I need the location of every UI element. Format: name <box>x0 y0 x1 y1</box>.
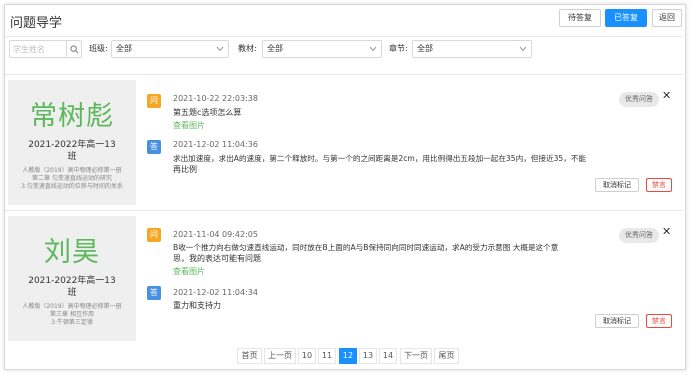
pagination: 首页 上一页 10 11 12 13 14 下一页 尾页 <box>0 348 690 364</box>
ban-button[interactable]: 禁言 <box>646 314 672 328</box>
student-class-line: 2021-2022年高一13 <box>28 276 116 286</box>
student-textbook: 人教版（2019）高中物理必修第一册 第二章 匀变速直线运动的研究 3.匀变速直… <box>8 167 136 191</box>
page-button[interactable]: 14 <box>379 348 397 364</box>
textbook-select[interactable]: 全部 <box>262 40 382 58</box>
student-name: 常树彪 <box>30 101 114 132</box>
chapter-label: 章节: <box>389 44 408 53</box>
student-class-line: 班 <box>67 288 77 298</box>
view-image-link[interactable]: 查看图片 <box>173 120 205 131</box>
chevron-down-icon <box>216 46 224 52</box>
chapter-line: 第三章 相互作用 <box>50 311 94 318</box>
chevron-down-icon <box>519 46 527 52</box>
answer-badge: 答 <box>147 286 161 300</box>
student-textbook: 人教版（2019）高中物理必修第一册 第三章 相互作用 3.牛顿第三定律 <box>8 303 136 327</box>
chapter-select-value: 全部 <box>417 44 433 53</box>
answer-text-line: 求出加速度，求出A的速度，第二个释放时。与第一个的之间距离是2cm，用比例得出五… <box>173 154 587 163</box>
page-button[interactable]: 13 <box>359 348 377 364</box>
section-line: 3.匀变速直线运动的位移与时间的关系 <box>21 183 123 190</box>
card-divider <box>5 210 683 211</box>
answer-time: 2021-12-02 11:04:34 <box>173 288 258 297</box>
textbook-line: 人教版（2019）高中物理必修第一册 <box>22 303 122 310</box>
prev-page-button[interactable]: 上一页 <box>264 348 296 364</box>
chevron-down-icon <box>369 46 377 52</box>
question-text: 第五题c选项怎么算 <box>173 108 242 117</box>
header-divider <box>5 36 683 37</box>
close-icon[interactable]: ✕ <box>662 90 671 101</box>
chapter-line: 第二章 匀变速直线运动的研究 <box>32 175 112 182</box>
excellent-qa-button[interactable]: 优秀问答 <box>619 92 659 107</box>
view-image-link[interactable]: 查看图片 <box>173 266 205 277</box>
question-text-line: B收一个推力向右做匀速直线运动，同时放在B上面的A与B保持同向同时同速运动，求A… <box>173 243 559 252</box>
question-time: 2021-10-22 22:03:38 <box>173 94 258 103</box>
last-page-button[interactable]: 尾页 <box>434 348 459 364</box>
student-panel: 刘昊 2021-2022年高一13 班 人教版（2019）高中物理必修第一册 第… <box>8 216 136 341</box>
answer-text-line: 再比例 <box>173 165 197 174</box>
cancel-mark-button[interactable]: 取消标记 <box>595 178 639 192</box>
student-class: 2021-2022年高一13 班 <box>8 275 136 299</box>
ban-button[interactable]: 禁言 <box>646 178 672 192</box>
answer-text: 重力和支持力 <box>173 301 221 310</box>
pending-button[interactable]: 待答复 <box>559 9 601 27</box>
filter-bar: 班级: 全部 教材: 全部 章节: 全部 <box>0 40 690 60</box>
next-page-button[interactable]: 下一页 <box>400 348 432 364</box>
question-text: B收一个推力向右做匀速直线运动，同时放在B上面的A与B保持同向同时同速运动，求A… <box>173 242 643 264</box>
search-button[interactable] <box>66 41 81 57</box>
qa-card: 常树彪 2021-2022年高一13 班 人教版（2019）高中物理必修第一册 … <box>5 74 683 206</box>
answer-time: 2021-12-02 11:04:36 <box>173 140 258 149</box>
textbook-select-value: 全部 <box>267 44 283 53</box>
current-page-button[interactable]: 12 <box>339 348 357 364</box>
student-class: 2021-2022年高一13 班 <box>8 139 136 163</box>
excellent-qa-button[interactable]: 优秀问答 <box>619 228 659 243</box>
search-box <box>9 40 82 58</box>
qa-card: 刘昊 2021-2022年高一13 班 人教版（2019）高中物理必修第一册 第… <box>5 210 683 342</box>
question-text-line: 思，我的表达可能有问题 <box>173 254 261 263</box>
close-icon[interactable]: ✕ <box>662 226 671 237</box>
class-label: 班级: <box>89 44 108 53</box>
question-badge: 问 <box>147 228 161 242</box>
page-button[interactable]: 11 <box>318 348 336 364</box>
chapter-select[interactable]: 全部 <box>412 40 532 58</box>
cancel-mark-button[interactable]: 取消标记 <box>595 314 639 328</box>
student-class-line: 班 <box>67 152 77 162</box>
textbook-line: 人教版（2019）高中物理必修第一册 <box>22 167 122 174</box>
page-button[interactable]: 10 <box>298 348 316 364</box>
class-select[interactable]: 全部 <box>111 40 229 58</box>
search-icon <box>69 44 78 53</box>
student-name-input[interactable] <box>10 41 68 57</box>
question-time: 2021-11-04 09:42:05 <box>173 230 258 239</box>
student-name: 刘昊 <box>44 237 100 268</box>
replied-button[interactable]: 已答复 <box>605 9 647 27</box>
first-page-button[interactable]: 首页 <box>237 348 262 364</box>
student-class-line: 2021-2022年高一13 <box>28 140 116 150</box>
textbook-label: 教材: <box>238 44 257 53</box>
answer-text: 求出加速度，求出A的速度，第二个释放时。与第一个的之间距离是2cm，用比例得出五… <box>173 153 643 175</box>
back-button[interactable]: 返回 <box>652 9 682 27</box>
class-select-value: 全部 <box>116 44 132 53</box>
answer-badge: 答 <box>147 140 161 154</box>
section-line: 3.牛顿第三定律 <box>51 319 93 326</box>
card-divider <box>5 74 683 75</box>
page-title: 问题导学 <box>10 16 63 31</box>
student-panel: 常树彪 2021-2022年高一13 班 人教版（2019）高中物理必修第一册 … <box>8 80 136 205</box>
question-badge: 问 <box>147 94 161 108</box>
